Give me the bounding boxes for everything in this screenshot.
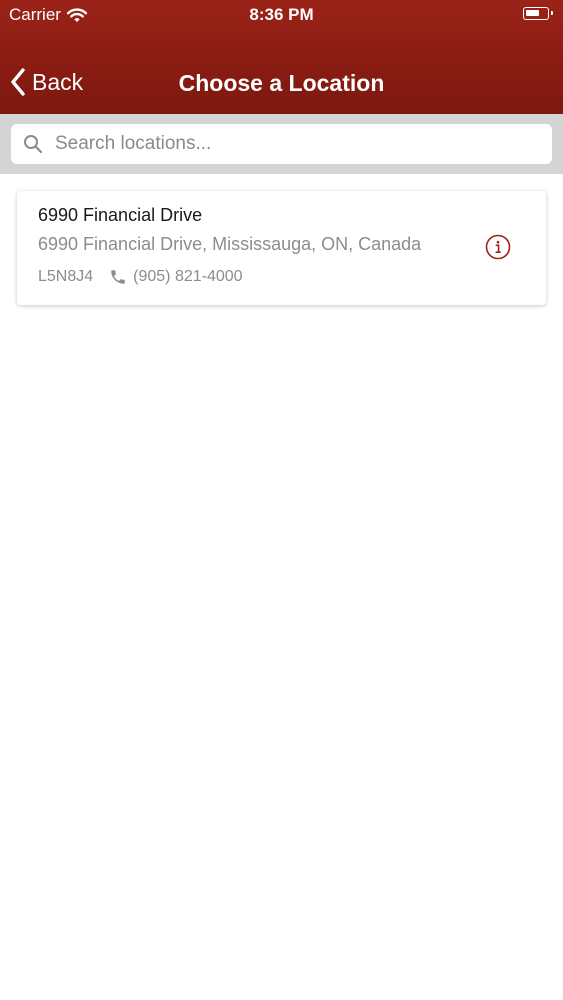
page-title: Choose a Location: [178, 70, 385, 96]
search-icon: [24, 135, 43, 154]
location-details: L5N8J4 (905) 821-4000: [38, 268, 243, 286]
phone-icon: [111, 270, 125, 284]
location-phone-number: (905) 821-4000: [133, 268, 243, 285]
location-postal-code: L5N8J4: [38, 268, 94, 285]
info-icon[interactable]: [485, 234, 511, 260]
location-phone[interactable]: (905) 821-4000: [109, 268, 243, 286]
navigation-bar: Back Choose a Location: [0, 56, 563, 112]
app-header: Carrier 8:36 PM Back Choose a Location: [0, 0, 563, 114]
search-field-container[interactable]: [11, 124, 552, 164]
status-time: 8:36 PM: [249, 5, 314, 24]
battery-icon: [523, 7, 553, 20]
location-card[interactable]: 6990 Financial Drive 6990 Financial Driv…: [17, 191, 546, 305]
location-name: 6990 Financial Drive: [38, 205, 203, 225]
location-address: 6990 Financial Drive, Mississauga, ON, C…: [38, 234, 422, 254]
search-input[interactable]: [53, 132, 517, 156]
status-bar: Carrier 8:36 PM: [0, 0, 563, 30]
search-bar: [0, 114, 563, 174]
